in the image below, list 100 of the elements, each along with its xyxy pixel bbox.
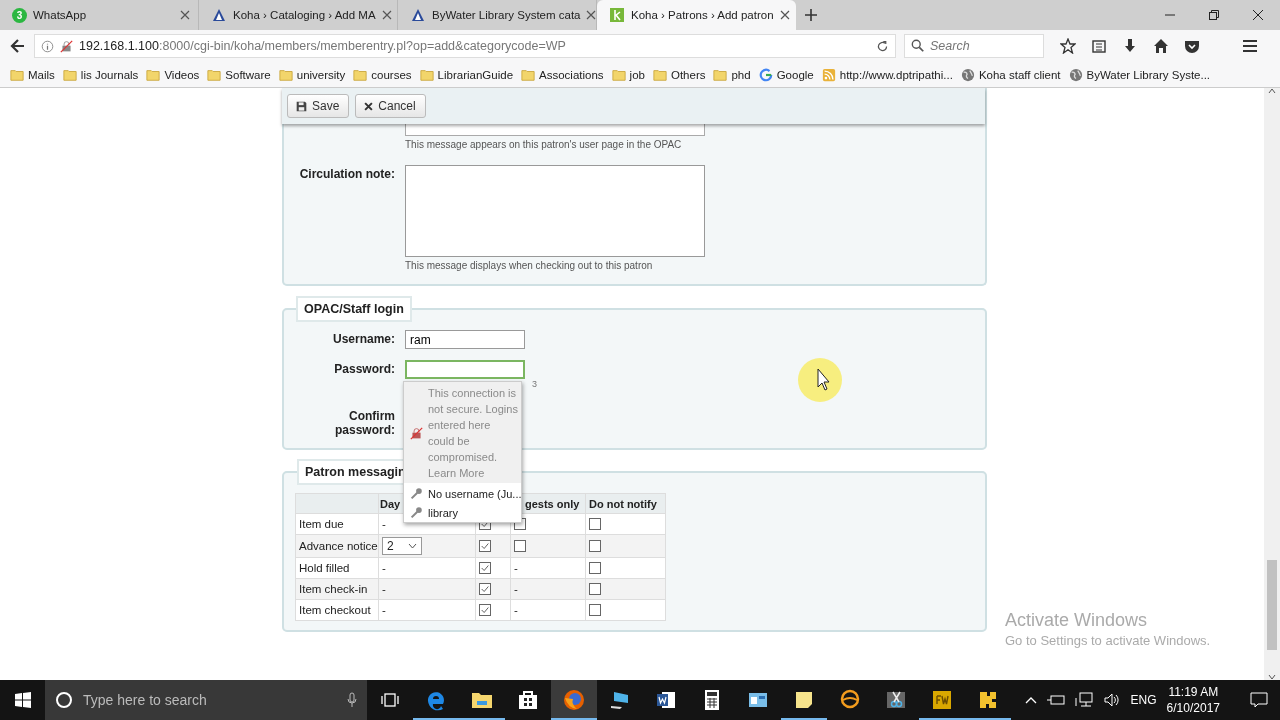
folder-icon [10,67,24,82]
field-label: Circulation note: [298,166,395,181]
save-button[interactable]: Save [287,94,350,118]
circulation-note-field[interactable] [405,165,705,257]
shield-icon[interactable] [1184,38,1200,54]
crossed-lock-icon[interactable] [60,39,73,53]
search-input[interactable]: Search [930,39,1030,53]
close-icon[interactable] [779,10,790,20]
checkbox[interactable] [514,540,526,552]
plus-icon[interactable] [804,8,818,22]
close-icon[interactable] [1253,10,1263,20]
sail-logo-icon [410,7,426,23]
checkbox[interactable] [479,562,491,574]
bookmark[interactable]: Mails [6,67,59,82]
checkbox[interactable] [589,540,601,552]
bookmark[interactable]: courses [349,67,416,82]
language-indicator[interactable]: ENG [1130,693,1157,707]
days-dropdown[interactable]: 2 [382,537,422,555]
globe-icon [1068,67,1083,82]
menu-icon[interactable] [1242,38,1258,54]
table-cell: - [514,604,518,616]
bookmark[interactable]: Koha staff client [956,67,1065,82]
restore-icon[interactable] [1209,10,1219,20]
task-view-icon[interactable] [381,692,399,708]
start-icon[interactable] [14,692,31,708]
bookmark[interactable]: Others [648,67,710,82]
key-icon [410,506,423,519]
checkbox[interactable] [479,540,491,552]
folder-icon [278,67,293,82]
search-box[interactable]: Search [904,34,1044,58]
sail-logo-icon [211,7,227,23]
security-warning: This connection is not secure. Logins entered here could be compromised. [428,387,518,463]
battery-icon[interactable] [1046,694,1065,706]
bookmark[interactable]: Software [203,67,275,82]
checkbox[interactable] [589,518,601,530]
table-cell: - [382,518,386,530]
koha-logo-icon [609,7,625,23]
scrollbar[interactable] [1264,88,1280,680]
checkbox[interactable] [589,562,601,574]
column-header: gests only [525,497,580,510]
clock[interactable]: 11:19 AM 6/10/2017 [1166,684,1220,716]
checkbox[interactable] [589,604,601,616]
star-icon[interactable] [1060,38,1076,54]
cancel-button[interactable]: Cancel [355,94,426,118]
folder-icon [652,67,667,82]
field-hint: 3 [532,379,537,389]
taskbar-search-box[interactable]: Type here to search [45,680,367,720]
crossed-lock-icon [410,426,423,440]
info-icon[interactable] [41,39,54,53]
globe-icon [960,67,975,82]
chevron-icon [408,543,417,549]
firefox-icon [562,688,586,712]
bookmark[interactable]: Videos [142,67,204,82]
graphics-app-icon [930,688,954,712]
bookmark[interactable]: LibrarianGuide [415,67,518,82]
password-field[interactable] [405,360,525,379]
checkbox[interactable] [479,583,491,595]
row-label: Item check-in [299,583,368,595]
reload-icon[interactable] [876,39,889,53]
field-label: Password: [333,361,395,376]
row-label: Item checkout [299,604,371,616]
microphone-icon[interactable] [347,692,357,708]
reading-list-icon[interactable] [1091,38,1107,54]
chevron-up-icon[interactable] [1024,696,1037,704]
pointer-highlight-drawing [796,356,844,404]
bookmark[interactable]: phd [709,67,755,82]
search-icon [911,39,925,53]
volume-icon[interactable] [1102,692,1121,708]
taskbar-search-input[interactable]: Type here to search [81,691,339,709]
bookmark[interactable]: Associations [517,67,608,82]
home-icon[interactable] [1153,38,1169,54]
table-cell: - [514,562,518,574]
opac-note-field[interactable] [405,124,705,136]
download-icon[interactable] [1122,38,1138,54]
field-label: Username: [331,331,395,346]
folder-icon [611,67,626,82]
bookmark[interactable]: http://www.dptripathi... [817,67,957,82]
bookmark[interactable]: Google [754,67,818,82]
close-icon[interactable] [381,10,392,20]
column-header: Day [380,497,401,510]
checkbox[interactable] [589,583,601,595]
table-cell: - [382,583,386,595]
notification-icon[interactable] [1250,692,1268,708]
network-icon[interactable] [1074,692,1093,708]
bookmark[interactable]: lis Journals [58,67,143,82]
bookmark[interactable]: job [607,67,649,82]
close-icon[interactable] [180,10,190,20]
activation-title: Activate Windows [1005,610,1149,631]
google-icon [758,67,773,82]
scrollbar-thumb[interactable] [1267,560,1277,650]
bookmark[interactable]: ByWater Library Syste... [1064,67,1215,82]
table-cell: - [382,562,386,574]
close-icon[interactable] [586,10,597,20]
field-hint: This message appears on this patron's user page in the OPAC [405,139,683,150]
browser-tab[interactable]: Koha › Patrons › Add patron [597,0,796,30]
username-field[interactable]: ram [405,330,525,349]
ring-icon [55,691,73,709]
checkbox[interactable] [479,604,491,616]
bookmark[interactable]: university [274,67,350,82]
field-label: Confirm password: [334,408,395,437]
